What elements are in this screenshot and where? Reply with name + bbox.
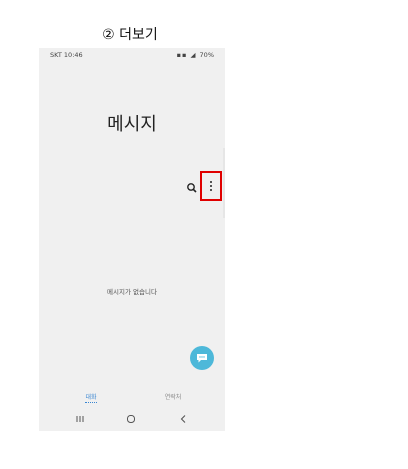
back-icon — [180, 415, 186, 423]
status-battery: ▪▪ ◢ 70% — [176, 51, 214, 59]
tab-label: 연락처 — [164, 394, 182, 401]
step-caption: ② 더보기 — [102, 27, 158, 43]
search-icon — [187, 183, 197, 193]
toolbar — [39, 171, 225, 201]
bottom-tabs: 대화 연락처 — [39, 388, 225, 403]
back-button[interactable] — [176, 413, 190, 425]
recent-apps-button[interactable] — [73, 413, 87, 425]
tab-contacts[interactable]: 연락처 — [165, 392, 182, 401]
tab-label: 대화 — [85, 394, 97, 401]
tab-conversations[interactable]: 대화 — [85, 392, 97, 403]
more-options-button[interactable] — [200, 171, 222, 201]
active-tab-indicator — [85, 402, 97, 403]
home-icon — [127, 415, 135, 423]
home-button[interactable] — [124, 413, 138, 425]
recent-apps-icon — [76, 416, 84, 422]
more-vertical-icon — [210, 181, 212, 191]
compose-button[interactable] — [190, 346, 214, 370]
status-carrier-time: SKT 10:46 — [50, 51, 83, 59]
search-button[interactable] — [186, 179, 198, 193]
system-nav-bar — [39, 410, 225, 428]
status-icons: ▪▪ ◢ — [176, 51, 200, 59]
empty-state-text: 메시지가 없습니다 — [107, 288, 157, 296]
edge-panel-handle[interactable] — [223, 148, 225, 218]
status-bar: SKT 10:46 ▪▪ ◢ 70% — [39, 48, 225, 62]
chat-bubble-icon — [197, 353, 207, 362]
page-title: 메시지 — [107, 114, 157, 135]
phone-screen: SKT 10:46 ▪▪ ◢ 70% 메시지 메시지가 없습니다 대화 연락처 — [39, 48, 225, 431]
